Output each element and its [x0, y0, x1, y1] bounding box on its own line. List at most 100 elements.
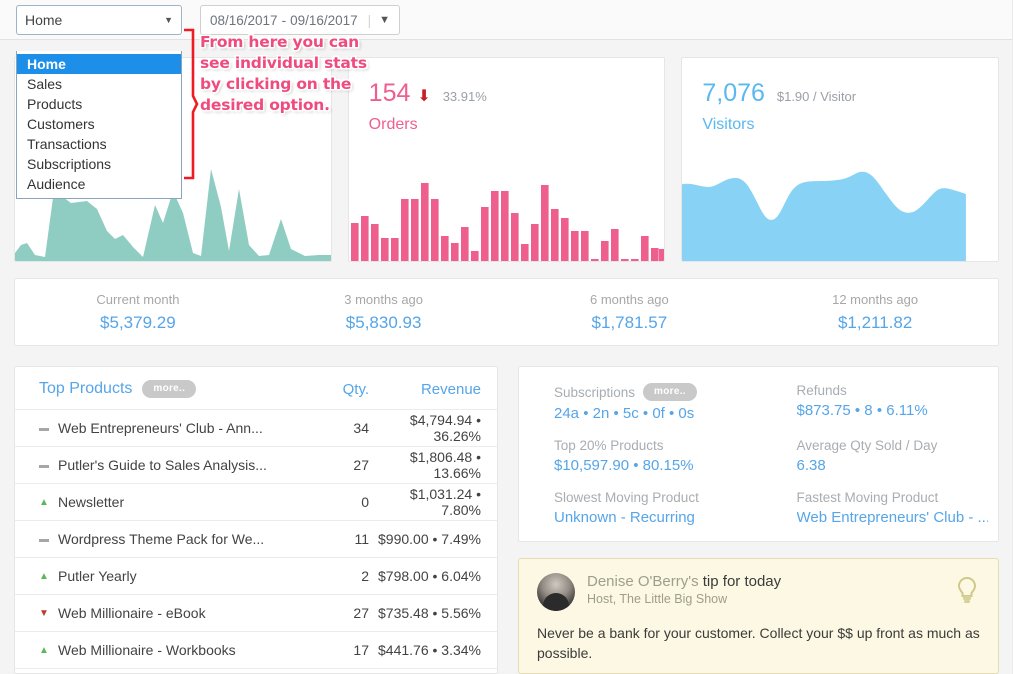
table-row[interactable]: ▬ Web Entrepreneurs' Club - Ann... 34 $4… — [15, 409, 497, 446]
chevron-down-icon[interactable]: ▼ — [379, 14, 390, 26]
table-row[interactable]: ▲ Putler Yearly 2 $798.00 • 6.04% — [15, 557, 497, 594]
section-select[interactable]: Home ▼ Home Sales Products Customers Tra… — [16, 5, 182, 199]
kpi-card-orders[interactable]: 154 ⬇ 33.91% Orders — [347, 57, 666, 262]
kpi-visitors-number: 7,076 — [702, 79, 765, 107]
kpi-orders-label: Orders — [368, 116, 418, 133]
sidebar-item-sales[interactable]: Sales — [17, 74, 181, 94]
metric-value: $873.75 • 8 • 6.11% — [796, 402, 928, 419]
metric-label-text: Subscriptions — [554, 384, 636, 400]
sidebar-item-products[interactable]: Products — [17, 94, 181, 114]
month-summary-item[interactable]: 12 months ago $1,211.82 — [752, 292, 998, 333]
metric-label: Fastest Moving Product — [797, 490, 989, 505]
trend-up-icon: ▲ — [39, 496, 49, 508]
metric-label-text: Refunds — [796, 383, 847, 398]
product-name: Web Millionaire - Workbooks — [58, 642, 236, 658]
top-products-title[interactable]: Top Products — [39, 380, 132, 398]
month-label: 3 months ago — [344, 291, 424, 307]
table-row[interactable]: ▬ Wordpress Theme Pack for We... 11 $990… — [15, 520, 497, 557]
table-row[interactable]: ▲ Web Millionaire - Workbooks 17 $441.76… — [15, 631, 497, 668]
chevron-down-icon[interactable]: ▼ — [164, 15, 173, 25]
product-qty: 2 — [361, 568, 369, 584]
tip-header: Denise O'Berry's tip for today Host, The… — [537, 573, 980, 611]
trend-flat-icon: ▬ — [39, 459, 49, 471]
product-name: Putler's Guide to Sales Analysis... — [58, 457, 267, 473]
tip-headline-rest: tip for today — [702, 573, 782, 590]
product-revenue: $1,031.24 • 7.80% — [409, 486, 481, 518]
top-products-more-button[interactable]: more.. — [142, 380, 197, 398]
date-range-picker[interactable]: 08/16/2017 - 09/16/2017 | ▼ — [200, 5, 400, 35]
column-header-qty[interactable]: Qty. — [313, 381, 369, 398]
product-name: Web Millionaire - eBook — [58, 605, 206, 621]
metrics-panel: Subscriptions more.. 24a • 2n • 5c • 0f … — [518, 366, 999, 542]
product-revenue: $441.76 • 3.34% — [378, 642, 481, 658]
tip-author-name: Denise O'Berry's — [587, 573, 699, 590]
product-name: Putler Yearly — [58, 568, 137, 584]
section-select-box[interactable]: Home ▼ — [16, 5, 182, 35]
metric-value: Web Entrepreneurs' Club - ... — [796, 509, 989, 526]
metric-label: Average Qty Sold / Day — [797, 438, 989, 453]
avatar — [537, 573, 575, 611]
tip-author-role: Host, The Little Big Show — [587, 592, 728, 606]
month-summary-item[interactable]: Current month $5,379.29 — [15, 292, 261, 333]
tip-author-block: Denise O'Berry's tip for today Host, The… — [587, 573, 781, 606]
product-name: Wordpress Theme Pack for We... — [58, 531, 265, 547]
month-value: $5,379.29 — [100, 312, 176, 332]
product-revenue: $735.48 • 5.56% — [378, 605, 481, 621]
metric-label: Top 20% Products — [554, 438, 749, 453]
metric-value: Unknown - Recurring — [554, 509, 695, 526]
kpi-card-visitors[interactable]: 7,076 $1.90 / Visitor Visitors — [681, 57, 1000, 262]
sidebar-item-customers[interactable]: Customers — [17, 114, 181, 134]
sidebar-item-home[interactable]: Home — [17, 54, 181, 74]
metric-label: Subscriptions more.. — [554, 383, 749, 401]
column-header-revenue[interactable]: Revenue — [369, 381, 481, 398]
month-label: 12 months ago — [832, 291, 919, 307]
orders-bar-sparkline — [350, 183, 665, 261]
metric-value: 6.38 — [796, 457, 826, 474]
month-value: $1,211.82 — [837, 312, 913, 332]
metric-value: $10,597.90 • 80.15% — [554, 457, 694, 474]
month-summary-item[interactable]: 6 months ago $1,781.57 — [507, 292, 753, 333]
metric-label-text: Slowest Moving Product — [554, 490, 699, 505]
kpi-orders-delta: 33.91% — [442, 89, 487, 104]
product-qty: 34 — [353, 420, 369, 436]
trend-up-icon: ▲ — [39, 644, 49, 656]
metric-label-text: Fastest Moving Product — [796, 490, 939, 505]
date-range-separator: - — [281, 12, 287, 28]
month-summary-item[interactable]: 3 months ago $5,830.93 — [261, 292, 507, 333]
metric-fastest-moving-product[interactable]: Fastest Moving Product Web Entrepreneurs… — [759, 490, 999, 526]
month-label: 6 months ago — [589, 291, 669, 307]
product-revenue: $798.00 • 6.04% — [378, 568, 481, 584]
date-range-start: 08/16/2017 — [210, 12, 278, 28]
metric-label-text: Top 20% Products — [554, 438, 664, 453]
table-row[interactable]: ▼ Web Millionaire - eBook 27 $735.48 • 5… — [15, 594, 497, 631]
metric-refunds[interactable]: Refunds $873.75 • 8 • 6.11% — [759, 383, 999, 422]
sidebar-item-transactions[interactable]: Transactions — [17, 134, 181, 154]
table-row[interactable]: ▬ Putler's Guide to Sales Analysis... 27… — [15, 446, 497, 483]
metric-average-qty-sold-per-day[interactable]: Average Qty Sold / Day 6.38 — [759, 438, 999, 474]
kpi-visitors-value: 7,076 $1.90 / Visitor — [702, 80, 998, 110]
date-range-divider: | — [367, 12, 372, 28]
month-value: $5,830.93 — [345, 312, 422, 332]
product-revenue: $4,794.94 • 36.26% — [409, 412, 481, 444]
kpi-visitors-label: Visitors — [702, 116, 755, 133]
table-row[interactable]: ▲ Newsletter 0 $1,031.24 • 7.80% — [15, 483, 497, 520]
metric-subscriptions[interactable]: Subscriptions more.. 24a • 2n • 5c • 0f … — [519, 383, 759, 422]
subscriptions-more-button[interactable]: more.. — [643, 383, 697, 401]
trend-down-icon: ▼ — [39, 607, 49, 619]
sidebar-item-subscriptions[interactable]: Subscriptions — [17, 154, 181, 174]
tip-body-text: Never be a bank for your customer. Colle… — [537, 625, 980, 661]
sidebar-item-audience[interactable]: Audience — [17, 174, 181, 194]
month-summary-row: Current month $5,379.29 3 months ago $5,… — [14, 278, 999, 346]
trend-up-icon: ▲ — [39, 570, 49, 582]
metric-label: Refunds — [797, 383, 989, 398]
kpi-orders-value: 154 ⬇ 33.91% — [369, 80, 665, 110]
tip-headline: Denise O'Berry's tip for today — [587, 573, 781, 590]
kpi-visitors-delta: $1.90 / Visitor — [776, 89, 857, 104]
metric-top-20-products[interactable]: Top 20% Products $10,597.90 • 80.15% — [519, 438, 759, 474]
metric-label: Slowest Moving Product — [554, 490, 749, 505]
section-select-dropdown[interactable]: Home Sales Products Customers Transactio… — [16, 51, 182, 199]
metric-slowest-moving-product[interactable]: Slowest Moving Product Unknown - Recurri… — [519, 490, 759, 526]
product-qty: 27 — [353, 457, 369, 473]
product-qty: 11 — [354, 531, 369, 547]
date-range-end: 09/16/2017 — [290, 12, 358, 28]
